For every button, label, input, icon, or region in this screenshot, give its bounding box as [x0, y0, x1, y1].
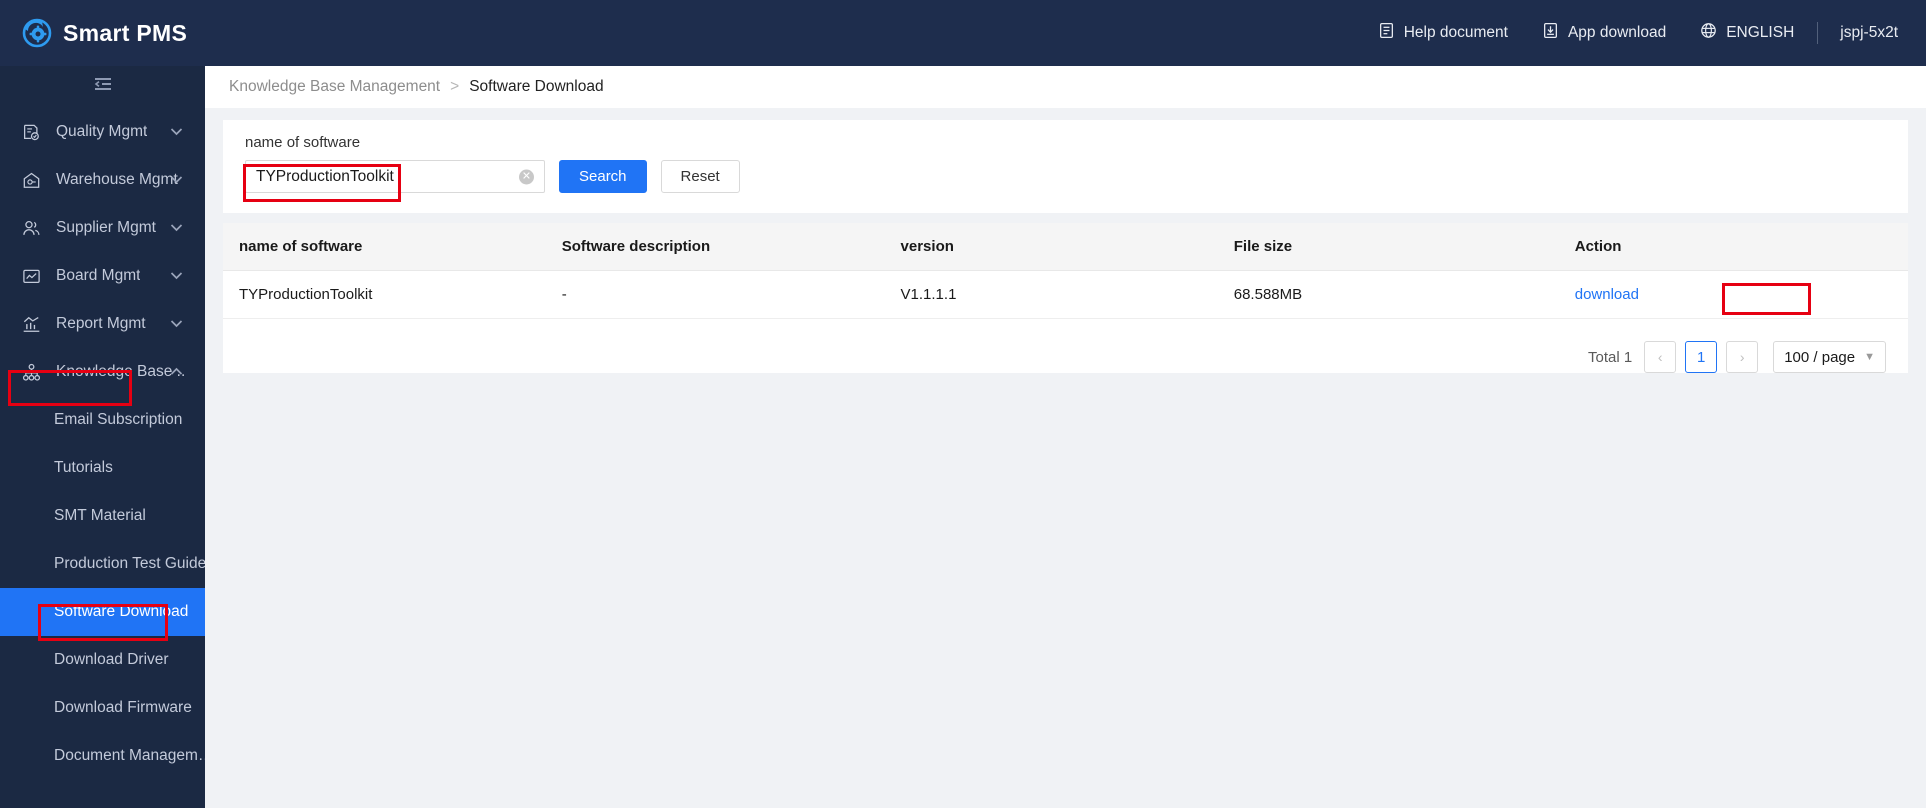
sidebar-subitem-tutorials[interactable]: Tutorials	[0, 444, 205, 492]
header-actions: Help document App download ENGLISH jspj-…	[1361, 22, 1926, 44]
sidebar-item-label: Quality Mgmt	[56, 123, 148, 140]
chevron-down-icon	[170, 219, 183, 237]
cell-software-description: -	[561, 270, 901, 319]
sidebar-item-label: Board Mgmt	[56, 267, 141, 284]
app-download-icon	[1542, 22, 1568, 44]
chevron-right-icon: ›	[1739, 349, 1745, 365]
user-account-label[interactable]: jspj-5x2t	[1824, 24, 1898, 42]
software-name-label: name of software	[245, 134, 361, 151]
sidebar-item-report-mgmt[interactable]: Report Mgmt	[0, 300, 205, 348]
app-download-label: App download	[1567, 24, 1667, 41]
sidebar-subitem-label: Download Firmware	[54, 699, 192, 716]
breadcrumb: Knowledge Base Management > Software Dow…	[205, 66, 1926, 108]
column-header-action: Action	[1574, 223, 1908, 271]
sidebar-subitem-software-download[interactable]: Software Download	[0, 588, 205, 636]
sidebar-subitem-label: Document Managem…	[54, 747, 205, 764]
sidebar-subitem-document-management[interactable]: Document Managem…	[0, 732, 205, 780]
cell-action: download	[1574, 270, 1908, 319]
sidebar-subitem-smt-material[interactable]: SMT Material	[0, 492, 205, 540]
chevron-down-icon	[170, 171, 183, 189]
sidebar-item-knowledge-base[interactable]: Knowledge Base ..	[0, 348, 205, 396]
table-header-row: name of software Software description ve…	[223, 223, 1908, 271]
users-icon	[22, 219, 42, 238]
clipboard-check-icon	[22, 123, 42, 142]
sidebar-subitem-production-test-guide[interactable]: Production Test Guide	[0, 540, 205, 588]
sidebar-subitem-label: Email Subscription	[54, 411, 183, 428]
sidebar-subitem-email-subscription[interactable]: Email Subscription	[0, 396, 205, 444]
search-button[interactable]: Search	[559, 160, 647, 193]
column-header-name: name of software	[223, 223, 562, 271]
sidebar-item-label: Warehouse Mgmt	[56, 171, 178, 188]
sidebar-collapse-button[interactable]	[0, 66, 205, 108]
sidebar-item-warehouse-mgmt[interactable]: Warehouse Mgmt	[0, 156, 205, 204]
gear-circle-logo-icon	[22, 18, 52, 48]
column-header-filesize: File size	[1233, 223, 1575, 271]
warehouse-icon	[22, 171, 42, 190]
org-tree-icon	[22, 363, 42, 382]
app-download-button[interactable]: App download	[1525, 22, 1683, 44]
pagination: Total 1 ‹ 1 › 100 / page ▼	[223, 319, 1908, 373]
sidebar-subitem-label: SMT Material	[54, 507, 146, 524]
column-header-version: version	[900, 223, 1234, 271]
column-header-description: Software description	[561, 223, 901, 271]
chevron-down-icon	[170, 267, 183, 285]
cell-file-size: 68.588MB	[1233, 270, 1575, 319]
top-header-bar: Smart PMS Help document App download ENG…	[0, 0, 1926, 66]
breadcrumb-separator: >	[450, 78, 460, 95]
language-switcher[interactable]: ENGLISH	[1683, 22, 1811, 44]
results-panel: name of software Software description ve…	[223, 223, 1908, 373]
main-content: Knowledge Base Management > Software Dow…	[205, 66, 1926, 808]
filter-panel: name of software ✕ Search Reset	[223, 120, 1908, 213]
globe-icon	[1700, 22, 1726, 44]
document-icon	[1378, 22, 1404, 44]
sidebar-item-supplier-mgmt[interactable]: Supplier Mgmt	[0, 204, 205, 252]
clear-circle-icon[interactable]: ✕	[519, 169, 534, 184]
help-document-button[interactable]: Help document	[1361, 22, 1525, 44]
page-size-label: 100 / page	[1784, 348, 1856, 366]
menu-fold-icon	[93, 76, 113, 99]
table-row: TYProductionToolkit - V1.1.1.1 68.588MB …	[223, 270, 1908, 319]
cell-software-name: TYProductionToolkit	[223, 270, 562, 319]
table-body: TYProductionToolkit - V1.1.1.1 68.588MB …	[223, 270, 1908, 319]
application-window: Smart PMS Help document App download ENG…	[0, 0, 1926, 808]
sidebar-item-label: Knowledge Base ..	[56, 363, 186, 380]
chevron-down-icon	[170, 315, 183, 333]
sidebar-item-board-mgmt[interactable]: Board Mgmt	[0, 252, 205, 300]
pagination-prev-button[interactable]: ‹	[1644, 341, 1677, 373]
sidebar-subitem-label: Software Download	[54, 603, 189, 620]
header-divider	[1817, 22, 1819, 44]
sidebar-item-label: Report Mgmt	[56, 315, 146, 332]
software-name-input[interactable]	[246, 161, 544, 192]
chevron-down-icon: ▼	[1864, 351, 1875, 363]
pagination-total: Total 1	[1588, 348, 1633, 366]
sidebar-navigation: Quality Mgmt Warehouse Mgmt Supplier Mgm…	[0, 66, 205, 808]
brand-logo[interactable]: Smart PMS	[0, 18, 205, 48]
chevron-left-icon: ‹	[1657, 349, 1663, 365]
download-link[interactable]: download	[1575, 286, 1639, 303]
sidebar-subitem-label: Production Test Guide	[54, 555, 205, 572]
reset-button[interactable]: Reset	[660, 160, 740, 193]
cell-version: V1.1.1.1	[900, 270, 1234, 319]
chevron-down-icon	[170, 123, 183, 141]
sidebar-subitem-download-firmware[interactable]: Download Firmware	[0, 684, 205, 732]
sidebar-item-quality-mgmt[interactable]: Quality Mgmt	[0, 108, 205, 156]
pagination-page-1[interactable]: 1	[1685, 341, 1718, 373]
sidebar-subitem-label: Download Driver	[54, 651, 169, 668]
table-header: name of software Software description ve…	[223, 223, 1908, 271]
brand-title: Smart PMS	[63, 19, 188, 46]
breadcrumb-parent[interactable]: Knowledge Base Management	[229, 78, 440, 96]
software-name-input-wrapper[interactable]: ✕	[245, 160, 545, 193]
bar-chart-icon	[22, 315, 42, 334]
sidebar-subitem-download-driver[interactable]: Download Driver	[0, 636, 205, 684]
help-document-label: Help document	[1403, 24, 1508, 41]
page-size-select[interactable]: 100 / page ▼	[1773, 341, 1886, 373]
pagination-next-button[interactable]: ›	[1726, 341, 1759, 373]
sidebar-subitem-label: Tutorials	[54, 459, 113, 476]
sidebar-item-label: Supplier Mgmt	[56, 219, 156, 236]
breadcrumb-current: Software Download	[469, 78, 604, 95]
language-label: ENGLISH	[1726, 24, 1795, 41]
chevron-up-icon	[170, 363, 183, 381]
monitor-chart-icon	[22, 267, 42, 286]
software-table: name of software Software description ve…	[223, 223, 1908, 319]
